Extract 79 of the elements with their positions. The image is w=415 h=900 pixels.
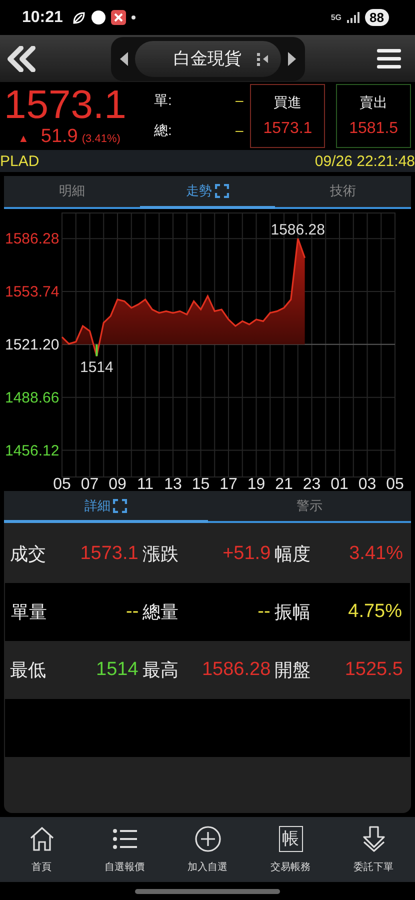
nav-item[interactable]: 加入自選	[166, 817, 249, 882]
menu-icon[interactable]	[377, 48, 401, 68]
x-axis-label: 15	[192, 476, 210, 491]
field-value: --	[126, 601, 139, 623]
ask-button[interactable]: 賣出 1581.5	[336, 84, 411, 148]
previous-icon[interactable]	[118, 52, 128, 66]
nav-item[interactable]: 首頁	[0, 817, 83, 882]
home-icon	[28, 826, 54, 852]
ledger-icon: 帳	[278, 826, 302, 852]
nav-item[interactable]: 帳 交易帳務	[249, 817, 332, 882]
add-icon	[194, 826, 220, 852]
y-axis-label: 1456.12	[5, 442, 60, 460]
x-axis-label: 17	[220, 476, 238, 491]
field-value: 1525.5	[344, 659, 403, 681]
y-axis-label: 1553.74	[5, 284, 60, 300]
chart-tab[interactable]: 技術	[275, 176, 412, 209]
field-label: 總量	[142, 601, 179, 624]
field-value: 4.75%	[348, 601, 402, 623]
field-label: 開盤	[274, 659, 311, 682]
field-label: 幅度	[274, 543, 311, 566]
field-value: 3.41%	[349, 543, 403, 565]
grip-icon[interactable]	[256, 52, 268, 66]
leaf-icon	[72, 10, 86, 24]
field-label: 最高	[142, 659, 178, 682]
detail-tab[interactable]: 警示	[208, 491, 411, 523]
network-label: 5G	[330, 13, 342, 22]
field-label: 單量	[11, 601, 47, 624]
low-marker	[96, 344, 98, 356]
dot-icon	[130, 15, 136, 20]
field-value: 1573.1	[80, 543, 138, 565]
x-axis-label: 03	[358, 476, 376, 491]
y-axis-label: 1488.66	[5, 389, 60, 406]
down-arrow-icon	[362, 826, 386, 852]
x-axis-label: 11	[136, 476, 154, 491]
symbol-code: PLAD	[0, 152, 40, 170]
x-axis-label: 21	[275, 476, 293, 491]
y-axis-label: 1586.28	[5, 230, 60, 248]
x-axis-label: 09	[108, 476, 126, 491]
circle-icon	[90, 10, 106, 25]
bid-button[interactable]: 買進 1573.1	[250, 84, 326, 148]
last-price: 1573.1	[4, 84, 128, 126]
x-axis-label: 19	[247, 476, 266, 491]
price-change: 51.9	[40, 126, 78, 148]
field-label: 漲跌	[142, 543, 178, 566]
x-axis-label: 05	[53, 476, 71, 491]
high-label: 1586.28	[270, 222, 325, 239]
expand-icon[interactable]	[113, 498, 128, 512]
quote-datetime: 09/26 22:21:48	[314, 152, 415, 170]
x-axis-label: 23	[302, 476, 321, 491]
change-percent: (3.41%)	[82, 133, 120, 145]
total-label: 總:	[154, 122, 172, 140]
field-value: --	[258, 601, 270, 623]
close-icon	[110, 10, 126, 25]
chart-tab[interactable]: 明細	[4, 176, 140, 209]
x-axis-label: 07	[80, 476, 99, 491]
field-value: 1514	[96, 659, 138, 681]
field-value: +51.9	[222, 543, 271, 565]
single-label: 單:	[154, 92, 172, 110]
expand-icon[interactable]	[215, 184, 229, 198]
nav-item[interactable]: 自選報價	[83, 817, 166, 882]
x-axis-label: 13	[164, 476, 182, 491]
nav-item[interactable]: 委託下單	[332, 817, 415, 882]
field-label: 振幅	[274, 601, 310, 624]
low-label: 1514	[80, 359, 114, 376]
y-axis-label: 1521.20	[5, 336, 60, 354]
clock-time: 10:21	[22, 8, 63, 26]
field-value: 1586.28	[202, 659, 271, 681]
battery-indicator: 88	[364, 9, 389, 26]
field-label: 最低	[10, 659, 46, 682]
x-axis-label: 05	[386, 476, 404, 491]
single-value: –	[236, 92, 244, 110]
x-axis-label: 01	[330, 476, 348, 491]
back-icon[interactable]	[6, 46, 38, 72]
change-arrow: ▲	[18, 133, 29, 145]
total-value: –	[236, 122, 244, 140]
symbol-title[interactable]: 白金現貨	[134, 40, 280, 76]
signal-icon	[346, 12, 360, 23]
next-icon[interactable]	[286, 52, 296, 66]
field-label: 成交	[10, 543, 46, 566]
